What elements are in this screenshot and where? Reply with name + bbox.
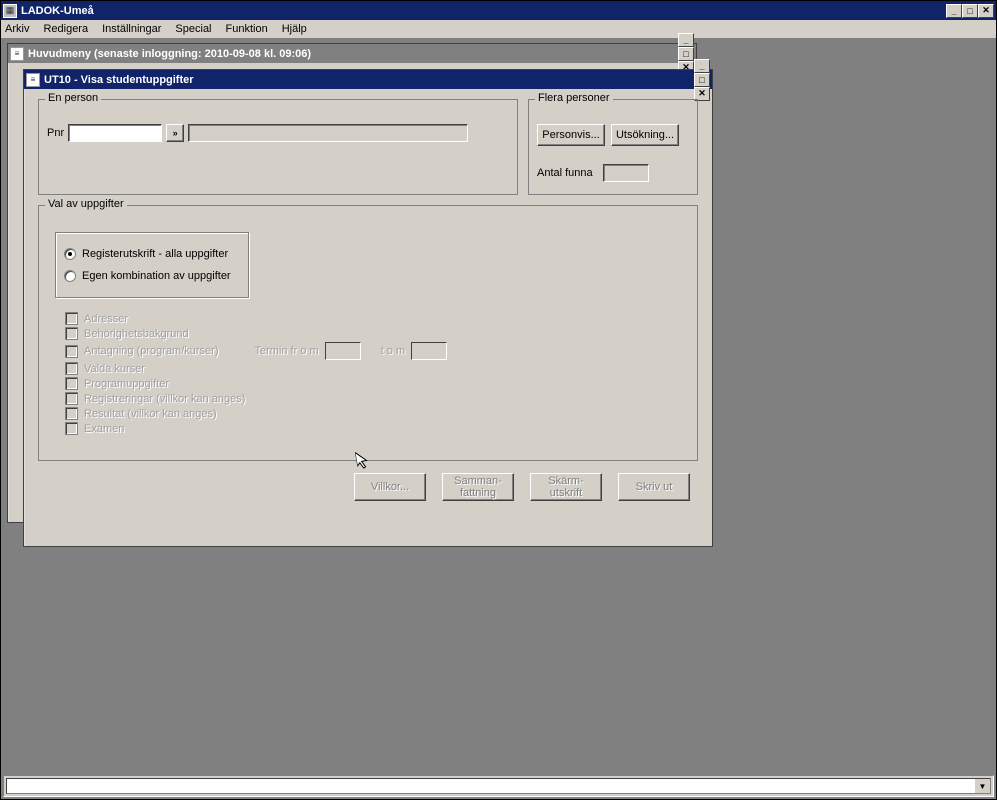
chk-registreringar-label: Registreringar (villkor kan anges) bbox=[84, 393, 245, 405]
chk-examen bbox=[65, 422, 78, 435]
chk-adresser bbox=[65, 312, 78, 325]
ut10-title: UT10 - Visa studentuppgifter bbox=[44, 74, 694, 86]
val-legend: Val av uppgifter bbox=[45, 198, 127, 210]
menu-hjalp[interactable]: Hjälp bbox=[282, 23, 307, 35]
huvudmeny-titlebar[interactable]: ≡ Huvudmeny (senaste inloggning: 2010-09… bbox=[8, 44, 696, 63]
huvudmeny-title: Huvudmeny (senaste inloggning: 2010-09-0… bbox=[28, 48, 678, 60]
ut10-maximize-button[interactable]: □ bbox=[694, 73, 710, 87]
chk-resultat bbox=[65, 407, 78, 420]
window-ut10: ≡ UT10 - Visa studentuppgifter _ □ ✕ En … bbox=[23, 69, 713, 547]
hm-maximize-button[interactable]: □ bbox=[678, 47, 694, 61]
utsokning-button[interactable]: Utsökning... bbox=[611, 124, 679, 146]
menu-installningar[interactable]: Inställningar bbox=[102, 23, 161, 35]
chevron-down-icon[interactable]: ▼ bbox=[974, 779, 990, 793]
checkbox-list: Adresser Behörighetsbakgrund Antagning (… bbox=[65, 312, 689, 435]
chk-programuppgifter-label: Programuppgifter bbox=[84, 378, 169, 390]
en-person-legend: En person bbox=[45, 92, 101, 104]
termin-to-label: t o m bbox=[381, 345, 405, 357]
menu-funktion[interactable]: Funktion bbox=[226, 23, 268, 35]
fieldset-en-person: En person Pnr » bbox=[38, 99, 518, 195]
menu-redigera[interactable]: Redigera bbox=[43, 23, 88, 35]
chk-examen-label: Examen bbox=[84, 423, 124, 435]
main-window-controls: _ □ ✕ bbox=[946, 4, 994, 18]
fieldset-val-av-uppgifter: Val av uppgifter Registerutskrift - alla… bbox=[38, 205, 698, 461]
fieldset-flera-personer: Flera personer Personvis... Utsökning...… bbox=[528, 99, 698, 195]
ut10-minimize-button[interactable]: _ bbox=[694, 59, 710, 73]
pnr-label: Pnr bbox=[47, 127, 64, 139]
flera-legend: Flera personer bbox=[535, 92, 613, 104]
chk-behorighet-label: Behörighetsbakgrund bbox=[84, 328, 189, 340]
maximize-button[interactable]: □ bbox=[962, 4, 978, 18]
status-combo[interactable]: ▼ bbox=[6, 778, 991, 794]
radio-group-val: Registerutskrift - alla uppgifter Egen k… bbox=[55, 232, 249, 298]
chk-registreringar bbox=[65, 392, 78, 405]
menu-special[interactable]: Special bbox=[175, 23, 211, 35]
statusbar: ▼ bbox=[3, 775, 994, 797]
radio-egen-kombination[interactable] bbox=[64, 270, 76, 282]
hm-minimize-button[interactable]: _ bbox=[678, 33, 694, 47]
pnr-lookup-button[interactable]: » bbox=[166, 124, 184, 142]
app-title: LADOK-Umeå bbox=[21, 5, 946, 17]
termin-from-input bbox=[325, 342, 361, 360]
chk-behorighet bbox=[65, 327, 78, 340]
chk-programuppgifter bbox=[65, 377, 78, 390]
personvis-button[interactable]: Personvis... bbox=[537, 124, 605, 146]
chk-valda-kurser bbox=[65, 362, 78, 375]
ut10-content: En person Pnr » Flera personer Personvis… bbox=[24, 89, 712, 511]
sammanfattning-button[interactable]: Samman- fattning bbox=[442, 473, 514, 501]
skarmutskrift-button[interactable]: Skärm- utskrift bbox=[530, 473, 602, 501]
main-titlebar: ▦ LADOK-Umeå _ □ ✕ bbox=[1, 1, 996, 20]
antal-funna-display bbox=[603, 164, 649, 182]
minimize-button[interactable]: _ bbox=[946, 4, 962, 18]
villkor-button[interactable]: Villkor... bbox=[354, 473, 426, 501]
radio-registerutskrift-label: Registerutskrift - alla uppgifter bbox=[82, 248, 228, 260]
ut10-icon: ≡ bbox=[26, 73, 40, 87]
chk-antagning bbox=[65, 345, 78, 358]
antal-funna-label: Antal funna bbox=[537, 167, 593, 179]
bottom-button-row: Villkor... Samman- fattning Skärm- utskr… bbox=[38, 473, 690, 501]
chk-resultat-label: Resultat (villkor kan anges) bbox=[84, 408, 217, 420]
huvudmeny-icon: ≡ bbox=[10, 47, 24, 61]
radio-egen-kombination-label: Egen kombination av uppgifter bbox=[82, 270, 231, 282]
chk-adresser-label: Adresser bbox=[84, 313, 128, 325]
menubar: Arkiv Redigera Inställningar Special Fun… bbox=[1, 20, 996, 39]
app-icon: ▦ bbox=[3, 4, 17, 18]
radio-registerutskrift[interactable] bbox=[64, 248, 76, 260]
main-app-window: ▦ LADOK-Umeå _ □ ✕ Arkiv Redigera Instäl… bbox=[0, 0, 997, 800]
termin-from-label: Termin fr o m bbox=[255, 345, 319, 357]
chk-antagning-label: Antagning (program/kurser) bbox=[84, 345, 219, 357]
menu-arkiv[interactable]: Arkiv bbox=[5, 23, 29, 35]
ut10-titlebar[interactable]: ≡ UT10 - Visa studentuppgifter _ □ ✕ bbox=[24, 70, 712, 89]
termin-to-input bbox=[411, 342, 447, 360]
mdi-area: ≡ Huvudmeny (senaste inloggning: 2010-09… bbox=[1, 39, 996, 769]
close-button[interactable]: ✕ bbox=[978, 4, 994, 18]
skriv-ut-button[interactable]: Skriv ut bbox=[618, 473, 690, 501]
name-display bbox=[188, 124, 468, 142]
pnr-input[interactable] bbox=[68, 124, 162, 142]
chk-valda-kurser-label: Valda kurser bbox=[84, 363, 145, 375]
